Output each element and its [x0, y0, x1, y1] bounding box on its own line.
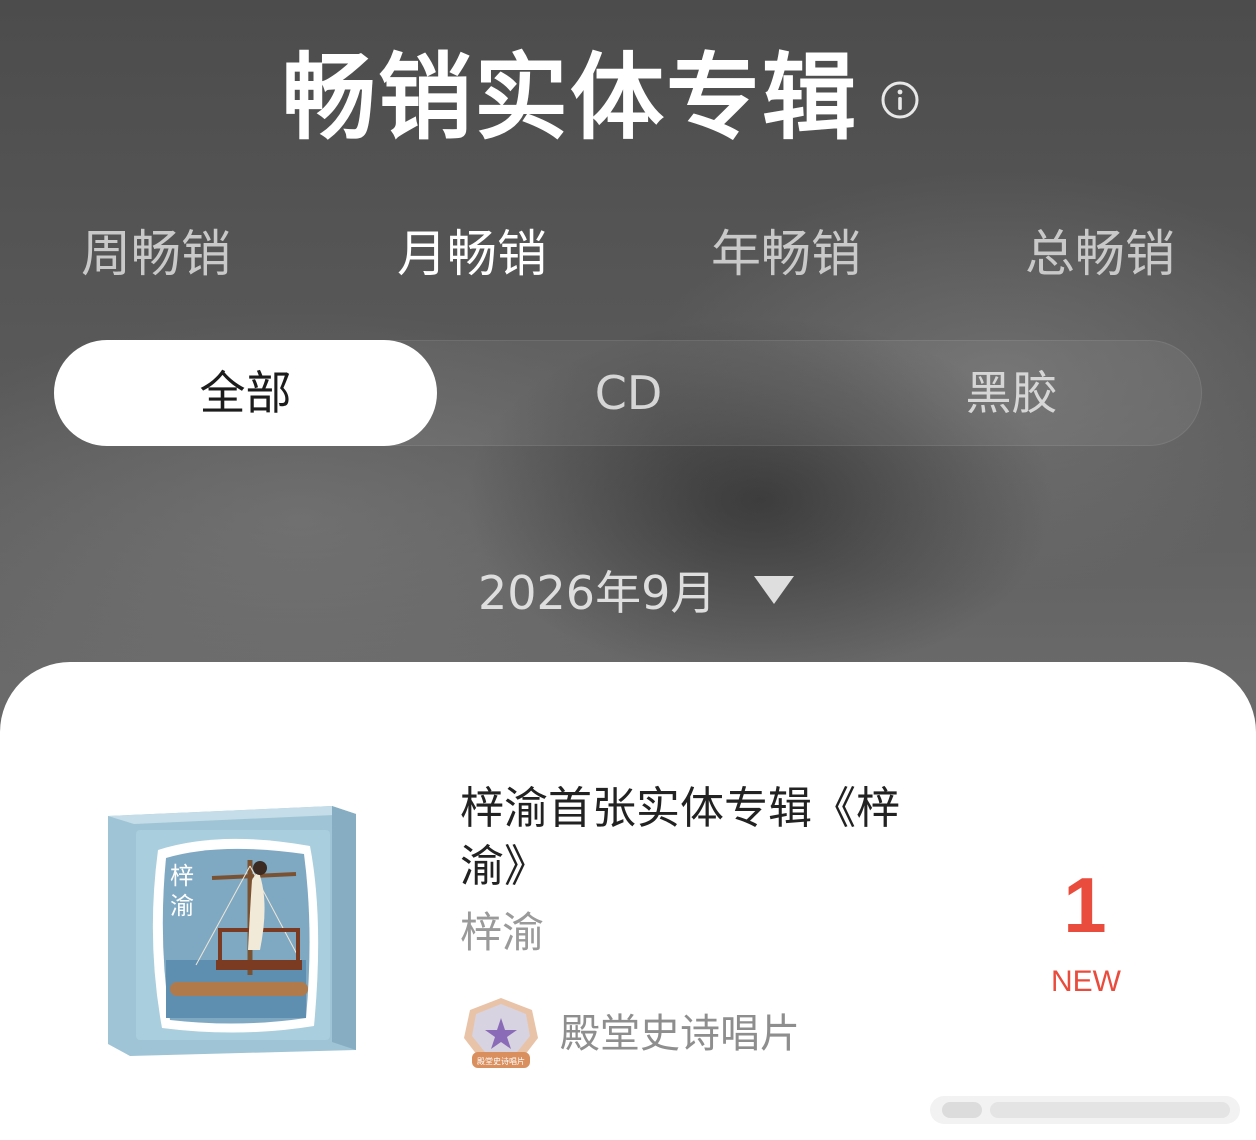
page-title: 畅销实体专辑	[282, 44, 859, 153]
segment-cd[interactable]: CD	[437, 340, 820, 446]
month-picker-value: 2026年9月	[478, 566, 717, 620]
badge-label: 殿堂史诗唱片	[560, 1011, 800, 1057]
tab-weekly-bestseller[interactable]: 周畅销	[46, 222, 266, 286]
rank-number: 1	[1063, 861, 1107, 949]
caret-down-icon[interactable]	[754, 576, 795, 604]
hall-of-fame-badge-icon: 殿堂史诗唱片	[464, 998, 538, 1068]
cover-title-char-1: 梓	[170, 862, 194, 890]
tab-all-time-bestseller[interactable]: 总畅销	[990, 222, 1210, 286]
tab-yearly-bestseller[interactable]: 年畅销	[676, 222, 896, 286]
album-artist[interactable]: 梓渝	[460, 904, 544, 962]
album-title[interactable]: 梓渝首张实体专辑《梓渝》	[460, 780, 960, 896]
info-icon[interactable]	[880, 80, 920, 120]
cover-title-char-2: 渝	[170, 892, 194, 920]
badge-inner-text: 殿堂史诗唱片	[477, 1056, 525, 1066]
segment-vinyl[interactable]: 黑胶	[820, 340, 1203, 446]
month-picker[interactable]: 2026年9月	[478, 558, 795, 622]
rank-new-tag: NEW	[1051, 965, 1121, 998]
tab-monthly-bestseller[interactable]: 月畅销	[362, 222, 582, 286]
album-cover[interactable]: 梓 渝	[100, 800, 362, 1062]
watermark-logo	[930, 1096, 1240, 1124]
segment-all[interactable]: 全部	[54, 340, 437, 446]
